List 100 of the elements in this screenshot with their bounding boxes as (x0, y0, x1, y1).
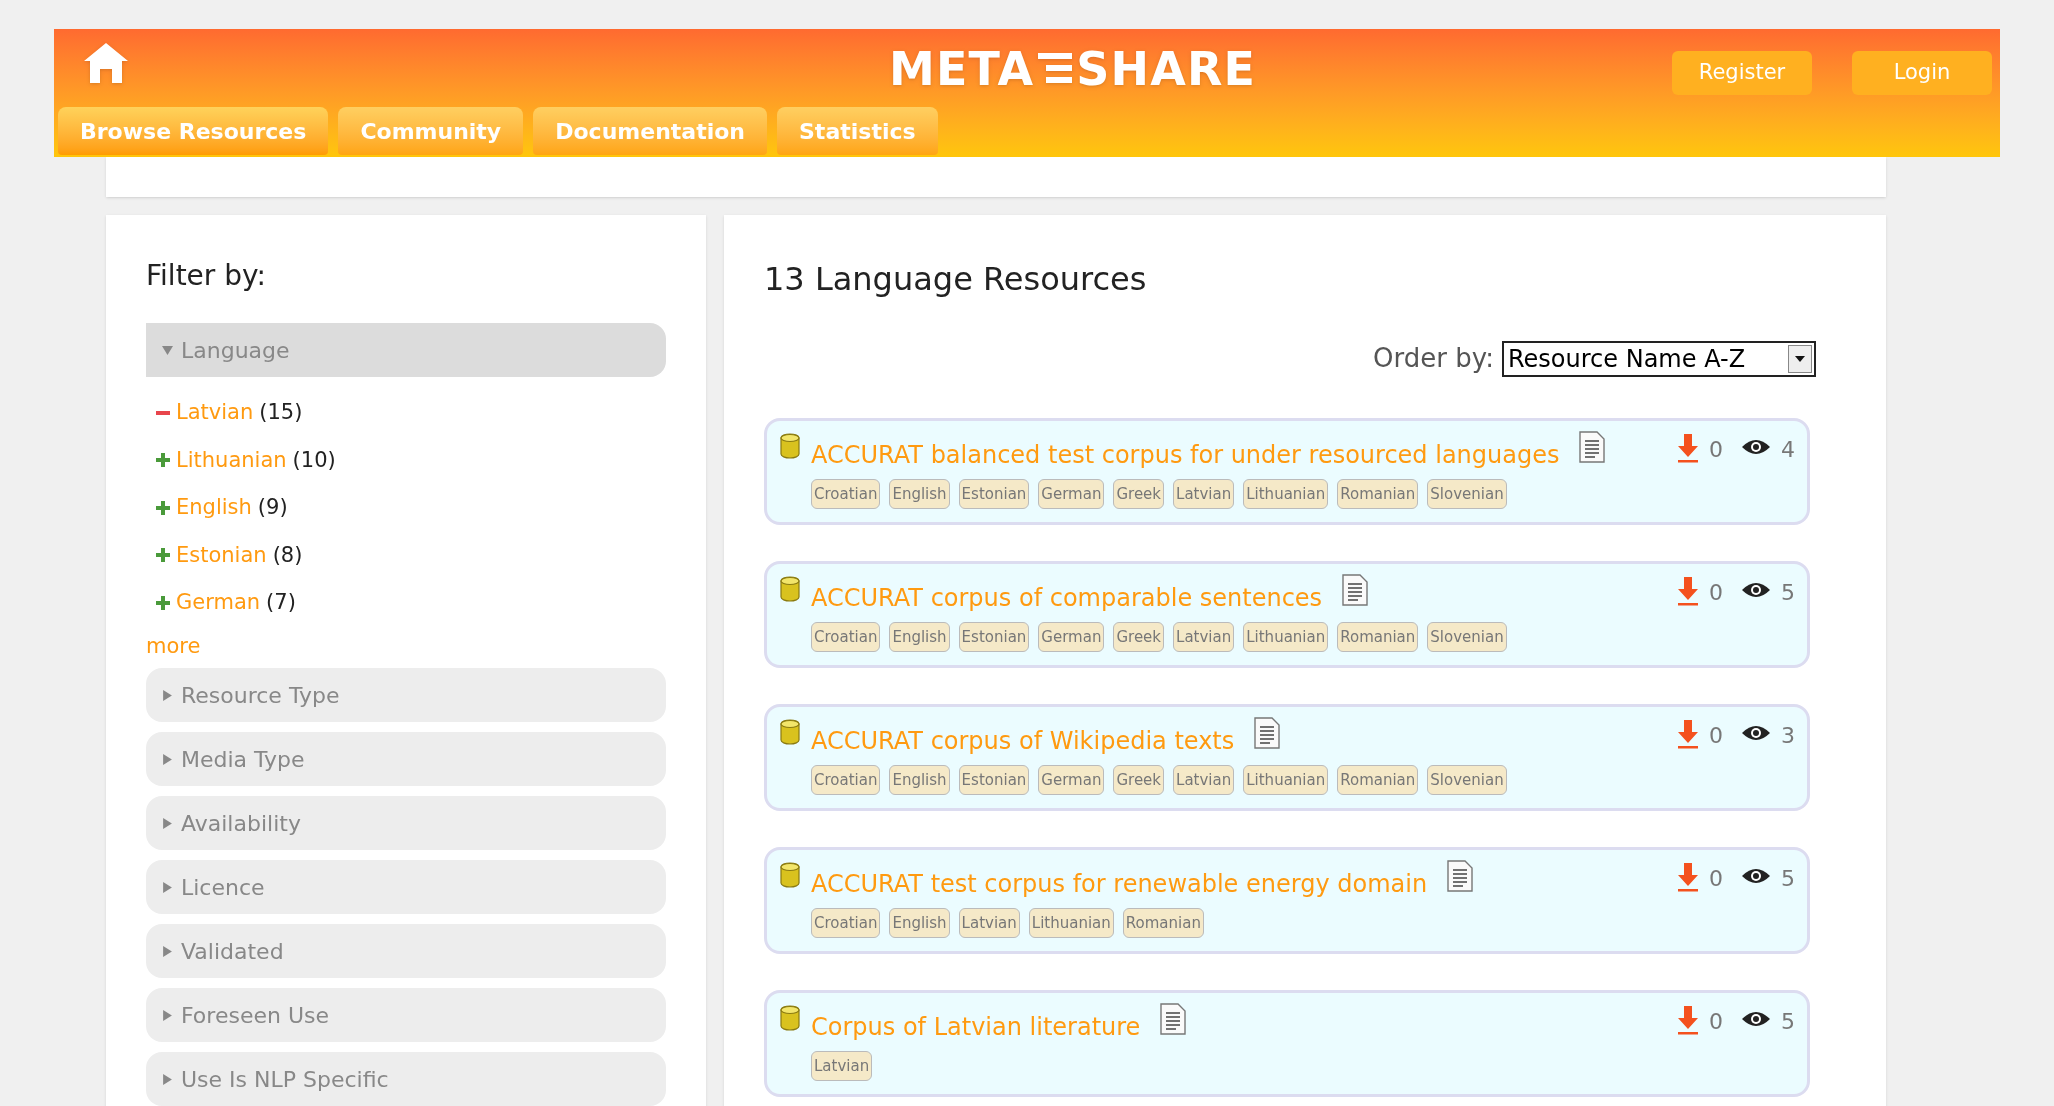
resource-title-link[interactable]: ACCURAT test corpus for renewable energy domain (811, 866, 1428, 902)
order-select[interactable]: Resource Name A-Z (1502, 340, 1816, 377)
resource-title-link[interactable]: Corpus of Latvian literature (811, 1009, 1141, 1045)
language-tag: Croatian (811, 479, 881, 509)
filter-section-header[interactable]: Validated (146, 924, 666, 978)
language-count: (7) (266, 589, 296, 616)
caret-down-icon (162, 344, 173, 356)
language-tag: Croatian (811, 622, 881, 652)
download-icon[interactable] (1677, 576, 1699, 606)
plus-icon[interactable] (156, 500, 170, 515)
download-count: 0 (1709, 865, 1723, 893)
language-tag: Croatian (811, 908, 881, 938)
filter-section-header[interactable]: Media Type (146, 732, 666, 786)
download-count: 0 (1709, 579, 1723, 607)
document-icon[interactable] (1447, 860, 1474, 892)
database-icon (779, 719, 801, 745)
language-tag: Slovenian (1427, 765, 1507, 795)
language-tag: Romanian (1337, 765, 1419, 795)
language-tag: Greek (1113, 622, 1165, 652)
eye-icon (1741, 1009, 1771, 1029)
nav-tab[interactable]: Statistics (777, 107, 938, 155)
meta-share-logo[interactable]: META SHARE (889, 35, 1257, 104)
language-filter-link[interactable]: Estonian (176, 539, 267, 571)
document-icon[interactable] (1160, 1003, 1187, 1035)
resource-title-link[interactable]: ACCURAT corpus of comparable sentences (811, 580, 1323, 616)
language-tag: Greek (1113, 479, 1165, 509)
results-title: 13 Language Resources (764, 259, 1148, 300)
document-icon[interactable] (1579, 431, 1606, 463)
view-count: 5 (1781, 1008, 1795, 1036)
more-link[interactable]: more (146, 630, 666, 662)
filter-title: Filter by: (146, 258, 267, 294)
resource-title-link[interactable]: ACCURAT balanced test corpus for under resourced languages (811, 437, 1560, 473)
language-count: (15) (259, 399, 303, 426)
login-button[interactable]: Login (1852, 51, 1992, 95)
filter-section-header[interactable]: Foreseen Use (146, 988, 666, 1042)
download-count: 0 (1709, 1008, 1723, 1036)
language-filter-link[interactable]: German (176, 587, 261, 619)
download-icon[interactable] (1677, 1005, 1699, 1035)
download-count: 0 (1709, 722, 1723, 750)
view-count: 5 (1781, 865, 1795, 893)
document-icon[interactable] (1254, 717, 1281, 749)
dropdown-caret-icon (1788, 344, 1812, 373)
caret-right-icon (162, 945, 173, 957)
plus-icon[interactable] (156, 548, 170, 563)
filter-section-header[interactable]: Availability (146, 796, 666, 850)
language-tag: German (1038, 622, 1105, 652)
resource-title-link[interactable]: ACCURAT corpus of Wikipedia texts (811, 723, 1235, 759)
language-tag: Latvian (1173, 622, 1235, 652)
database-icon (779, 433, 801, 459)
language-filter-link[interactable]: English (176, 492, 252, 524)
language-tag: English (889, 622, 950, 652)
database-icon (779, 1005, 801, 1031)
language-tag: Estonian (958, 622, 1030, 652)
language-tag: German (1038, 765, 1105, 795)
language-filter-link[interactable]: Lithuanian (176, 444, 287, 476)
caret-right-icon (162, 753, 173, 765)
download-icon[interactable] (1677, 719, 1699, 749)
language-tag: German (1038, 479, 1105, 509)
nav-tab[interactable]: Documentation (533, 107, 767, 155)
caret-right-icon (162, 881, 173, 893)
download-icon[interactable] (1677, 862, 1699, 892)
eye-icon (1741, 437, 1771, 457)
filter-section-header[interactable]: Language (146, 323, 666, 377)
language-filter-link[interactable]: Latvian (176, 397, 254, 429)
database-icon (779, 576, 801, 602)
download-count: 0 (1709, 436, 1723, 464)
eye-icon (1741, 866, 1771, 886)
plus-icon[interactable] (156, 453, 170, 468)
database-icon (779, 862, 801, 888)
language-tag: Latvian (958, 908, 1020, 938)
order-label: Order by: (1373, 342, 1494, 375)
language-tag: Slovenian (1427, 479, 1507, 509)
language-count: (8) (272, 541, 303, 569)
filter-section-header[interactable]: Resource Type (146, 668, 666, 722)
download-icon[interactable] (1677, 433, 1699, 463)
language-tag: Romanian (1122, 908, 1204, 938)
register-button[interactable]: Register (1672, 51, 1812, 95)
eye-icon (1741, 580, 1771, 600)
language-tag: Lithuanian (1243, 479, 1329, 509)
language-tag: English (889, 479, 950, 509)
language-tag: Latvian (811, 1051, 873, 1081)
filter-section-header[interactable]: Use Is NLP Specific (146, 1052, 666, 1106)
document-icon[interactable] (1342, 574, 1369, 606)
language-count: (10) (292, 446, 336, 474)
view-count: 5 (1781, 579, 1795, 607)
caret-right-icon (162, 1009, 173, 1021)
language-tag: English (889, 765, 950, 795)
language-tag: Greek (1113, 765, 1165, 795)
filter-section-header[interactable]: Licence (146, 860, 666, 914)
language-count: (9) (257, 494, 288, 521)
caret-right-icon (162, 817, 173, 829)
nav-tab[interactable]: Community (338, 107, 524, 155)
language-tag: Lithuanian (1028, 908, 1114, 938)
view-count: 3 (1781, 722, 1795, 750)
language-tag: Romanian (1337, 479, 1419, 509)
plus-icon[interactable] (156, 595, 170, 610)
nav-tab[interactable]: Browse Resources (58, 107, 329, 155)
caret-right-icon (162, 1073, 173, 1085)
view-count: 4 (1781, 436, 1795, 464)
language-tag: Slovenian (1427, 622, 1507, 652)
